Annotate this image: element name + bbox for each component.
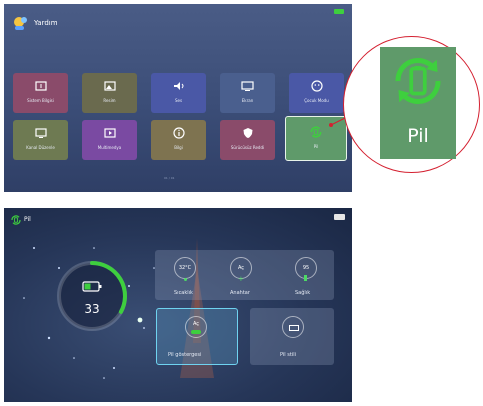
temperature-indicator: 32°C: [174, 257, 196, 279]
battery-indicator-label: Pil göstergesi: [168, 352, 202, 358]
switch-value: Aç: [237, 265, 245, 271]
temperature-value: 32°C: [178, 265, 192, 271]
battery-status-icon: [334, 214, 345, 220]
battery-style-label: Pil stili: [280, 352, 297, 358]
battery-indicator-toggle[interactable]: Aç: [185, 316, 207, 338]
battery-refresh-icon: [11, 215, 21, 225]
temperature-label: Sıcaklık: [174, 290, 193, 296]
toggle-value: Aç: [192, 320, 200, 327]
zoom-battery-tile: Pil: [380, 47, 456, 159]
battery-refresh-icon: [395, 57, 441, 105]
toggle-switch-icon: [191, 330, 201, 334]
battery-level-value: 33: [84, 302, 100, 316]
switch-label: Anahtar: [230, 290, 250, 296]
battery-screen: Pil 33 32°C Sıcaklık Aç + Anahtar 95 Sağ…: [4, 208, 352, 402]
health-label: Sağlık: [295, 290, 311, 296]
screen-title: Pil: [24, 216, 31, 223]
health-value: 95: [302, 265, 310, 271]
plus-icon: +: [238, 275, 244, 283]
battery-style-icon: [289, 325, 299, 331]
zoom-tile-label: Pil: [407, 125, 429, 147]
status-dot: [184, 278, 187, 281]
battery-level-gauge: [57, 261, 127, 331]
health-bar: [304, 275, 307, 281]
